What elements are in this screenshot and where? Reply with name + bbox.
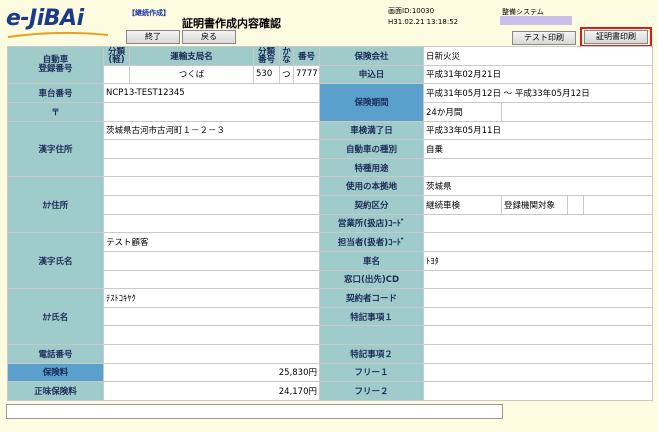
phone-label: 電話番号 — [7, 344, 104, 364]
inspection-value: 平成33年05月11日 — [422, 120, 654, 141]
app-logo: e-JiBAi — [6, 6, 84, 31]
office-code-label: 営業所(扱店)ｺｰﾄﾞ — [319, 213, 424, 234]
agent-code-value — [422, 232, 654, 252]
number-label: 番号 — [293, 46, 320, 66]
kanji-name-line2 — [103, 250, 320, 271]
contractor-code-label: 契約者コード — [319, 288, 424, 308]
free2-value — [422, 381, 654, 401]
contract-flag — [567, 195, 584, 215]
kanji-address-label: 漢字住所 — [7, 120, 104, 178]
class-value — [103, 64, 130, 85]
inspection-label: 車検満了日 — [319, 120, 424, 141]
contract-extra — [582, 195, 654, 215]
free1-value — [422, 362, 654, 383]
spacer-value — [422, 325, 654, 345]
header: e-JiBAi 【継続作成】 証明書作成内容確認 画面ID:10030 H31.… — [0, 0, 658, 47]
chassis-label: 車台番号 — [7, 83, 104, 103]
contract-type-label: 契約区分 — [319, 195, 424, 215]
cert-print-button[interactable]: 証明書印刷 — [584, 30, 648, 44]
contract-type-value: 継続車検 — [423, 195, 502, 215]
classno-value: 530 — [253, 64, 280, 85]
period-label: 保険期間 — [319, 83, 424, 122]
kanji-address-line3 — [103, 157, 320, 178]
free2-label: フリー２ — [319, 381, 424, 401]
postal-value — [103, 101, 320, 122]
vehicle-type-value: 自乗 — [422, 139, 654, 159]
base-location-label: 使用の本拠地 — [319, 176, 424, 196]
kanji-name-value: テスト顧客 — [103, 232, 320, 252]
car-name-label: 車名 — [319, 250, 424, 271]
branch-value: つくば — [129, 64, 254, 85]
test-print-button[interactable]: テスト印刷 — [512, 31, 576, 45]
user-field — [500, 16, 572, 25]
kana-name-value: ﾃｽﾄｺｷﾔｸ — [103, 288, 320, 308]
premium-value: 25,830円 — [103, 362, 320, 383]
class-label: 分類(軽) — [103, 46, 130, 66]
months-value: 24か月間 — [423, 101, 502, 122]
page-title: 証明書作成内容確認 — [182, 17, 281, 30]
kana-address-line3 — [103, 213, 320, 234]
note1-value — [422, 306, 654, 327]
months-extra — [500, 101, 654, 122]
vehicle-type-label: 自動車の種別 — [319, 139, 424, 159]
postal-label: 〒 — [7, 101, 104, 122]
agent-code-label: 担当者(扱者)ｺｰﾄﾞ — [319, 232, 424, 252]
spacer-label — [319, 325, 424, 345]
kana-name-line3 — [103, 325, 320, 345]
contract-sub-value: 登録機関対象 — [501, 195, 568, 215]
company-value: 日新火災 — [422, 46, 654, 66]
end-button[interactable]: 終了 — [126, 30, 180, 44]
counter-value — [422, 269, 654, 290]
premium-label: 保険料 — [7, 362, 104, 383]
reg-number-label: 自動車 登録番号 — [7, 45, 104, 85]
kanji-address-line2 — [103, 139, 320, 159]
period-value: 平成31年05月12日 ～ 平成33年05月12日 — [422, 83, 654, 103]
kana-address-line2 — [103, 195, 320, 215]
counter-label: 窓口(出先)CD — [319, 269, 424, 290]
kana-label: かな — [279, 46, 294, 66]
back-button[interactable]: 戻る — [182, 30, 236, 44]
classno-label: 分類番号 — [253, 46, 280, 66]
note2-value — [422, 344, 654, 364]
note2-label: 特記事項２ — [319, 344, 424, 364]
company-label: 保険会社 — [319, 46, 424, 66]
timestamp: H31.02.21 13:18:52 — [388, 18, 459, 26]
status-bar — [6, 404, 503, 419]
special-use-value — [422, 157, 654, 178]
kana-value: つ — [279, 64, 294, 85]
special-use-label: 特種用途 — [319, 157, 424, 178]
kana-name-label: ｶﾅ氏名 — [7, 288, 104, 345]
net-premium-label: 正味保険料 — [7, 381, 104, 401]
car-name-value: ﾄﾖﾀ — [422, 250, 654, 271]
note1-label: 特記事項１ — [319, 306, 424, 327]
kanji-name-line3 — [103, 269, 320, 290]
kana-address-value — [103, 176, 320, 196]
office-code-value — [422, 213, 654, 234]
logo-swoosh-icon — [8, 32, 108, 38]
kanji-name-label: 漢字氏名 — [7, 232, 104, 290]
chassis-value: NCP13-TEST12345 — [103, 83, 320, 103]
apply-date-label: 申込日 — [319, 64, 424, 85]
base-location-value: 茨城県 — [422, 176, 654, 196]
mode-tag: 【継続作成】 — [128, 9, 170, 17]
branch-label: 運輸支局名 — [129, 46, 254, 66]
cert-print-highlight: 証明書印刷 — [580, 27, 652, 47]
screen-info: 画面ID:10030 H31.02.21 13:18:52 — [388, 6, 458, 28]
kana-address-label: ｶﾅ住所 — [7, 176, 104, 234]
kanji-address-value: 茨城県古河市古河町１－２－３ — [103, 120, 320, 141]
kana-name-line2 — [103, 306, 320, 327]
number-value: 7777 — [293, 64, 320, 85]
certificate-table: 自動車 登録番号 分類(軽) 運輸支局名 分類番号 かな 番号 保険会社 日新火… — [7, 45, 654, 401]
screen-id: 画面ID:10030 — [388, 7, 435, 15]
net-premium-value: 24,170円 — [103, 381, 320, 401]
apply-date-value: 平成31年02月21日 — [422, 64, 654, 85]
contractor-code-value — [422, 288, 654, 308]
free1-label: フリー１ — [319, 362, 424, 383]
phone-value — [103, 344, 320, 364]
